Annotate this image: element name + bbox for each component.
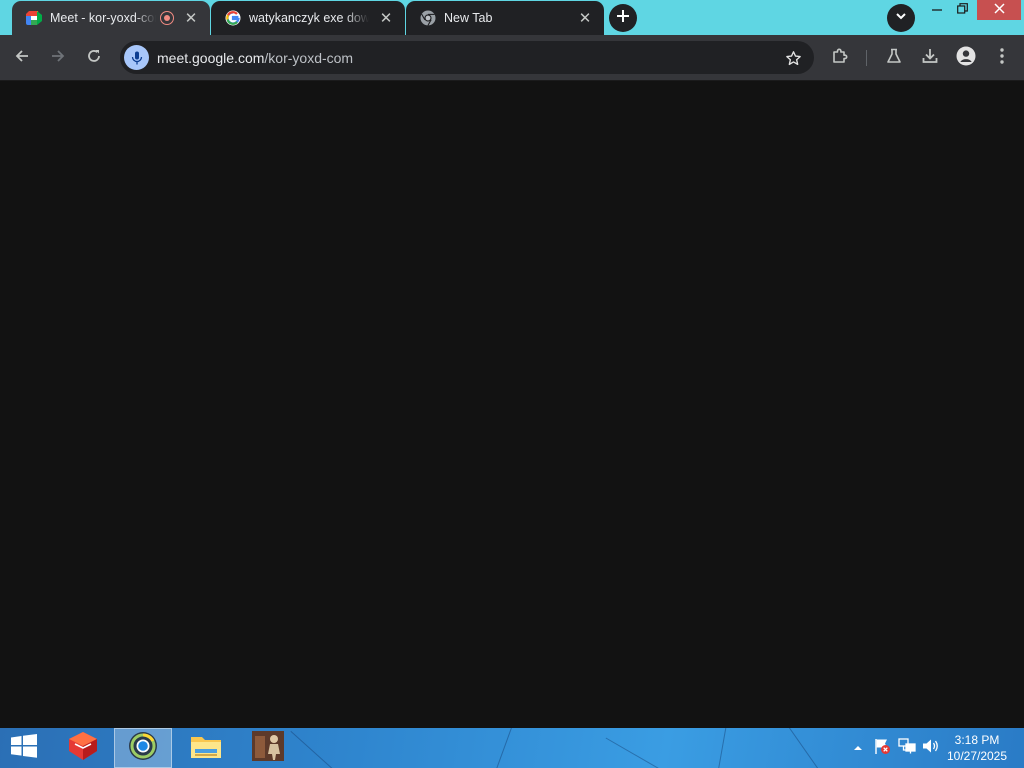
chrome-icon — [420, 10, 436, 26]
taskbar-photo-app[interactable] — [240, 728, 296, 768]
photo-app-icon — [251, 730, 285, 767]
account-icon — [956, 46, 976, 71]
new-tab-button[interactable] — [609, 4, 637, 32]
flag-alert-icon — [873, 737, 891, 760]
arrow-left-icon — [14, 48, 30, 69]
tab-new-tab[interactable]: New Tab ✕ — [406, 1, 604, 35]
start-button[interactable] — [0, 728, 48, 768]
bookmark-star-icon[interactable] — [782, 47, 804, 69]
downloads-button[interactable] — [916, 44, 944, 72]
reload-button[interactable] — [80, 44, 108, 72]
clock-time: 3:18 PM — [954, 733, 1000, 747]
taskbar-chrome-canary[interactable] — [114, 728, 172, 768]
network-icon — [898, 737, 916, 759]
clock-date: 10/27/2025 — [946, 749, 1008, 763]
address-bar[interactable]: meet.google.com/kor-yoxd-com — [120, 41, 814, 74]
url-text: meet.google.com/kor-yoxd-com — [157, 50, 353, 66]
foxit-reader-icon — [66, 731, 100, 766]
plus-icon — [616, 9, 630, 28]
tab-title: New Tab — [444, 11, 493, 25]
reload-icon — [86, 48, 102, 69]
forward-button[interactable] — [44, 44, 72, 72]
download-icon — [921, 47, 939, 70]
profile-button[interactable] — [952, 44, 980, 72]
browser-toolbar: meet.google.com/kor-yoxd-com — [0, 35, 1024, 81]
wallpaper-streak — [605, 737, 676, 768]
labs-button[interactable] — [880, 44, 908, 72]
minimize-button[interactable] — [925, 0, 949, 20]
wallpaper-streak — [290, 730, 351, 768]
recording-indicator-icon — [160, 11, 174, 25]
chevron-up-icon — [853, 739, 863, 757]
taskbar-file-explorer[interactable] — [180, 728, 232, 768]
tab-search-result[interactable]: watykanczyk exe download ✕ — [211, 1, 405, 35]
google-g-icon — [225, 10, 241, 26]
menu-button[interactable] — [988, 44, 1016, 72]
restore-button[interactable] — [950, 0, 974, 20]
toolbar-divider — [866, 50, 867, 66]
back-button[interactable] — [8, 44, 36, 72]
puzzle-piece-icon — [831, 47, 849, 70]
tab-search-button[interactable] — [887, 4, 915, 32]
volume-tray[interactable] — [920, 728, 942, 768]
action-center-tray[interactable] — [871, 728, 893, 768]
windows-taskbar: 3:18 PM 10/27/2025 — [0, 728, 1024, 768]
file-explorer-icon — [189, 731, 223, 766]
wallpaper-streak — [787, 728, 834, 768]
window-close-button[interactable] — [977, 0, 1021, 20]
url-path: /kor-yoxd-com — [264, 50, 354, 66]
url-host: meet.google.com — [157, 50, 265, 66]
more-vertical-icon — [1000, 47, 1004, 69]
flask-icon — [886, 48, 902, 69]
microphone-icon[interactable] — [124, 45, 149, 70]
tab-title: watykanczyk exe download — [249, 11, 369, 25]
chrome-canary-icon — [128, 731, 158, 766]
minimize-icon — [932, 1, 942, 19]
volume-icon — [922, 738, 940, 759]
show-hidden-icons-button[interactable] — [850, 728, 866, 768]
windows-start-icon — [10, 733, 38, 763]
close-icon[interactable]: ✕ — [377, 9, 395, 27]
tab-strip: Meet - kor-yoxd-com ✕ watykanczyk exe do… — [0, 0, 1024, 35]
network-tray[interactable] — [896, 728, 918, 768]
arrow-right-icon — [50, 48, 66, 69]
close-icon — [993, 1, 1005, 19]
extensions-button[interactable] — [826, 44, 854, 72]
system-clock[interactable]: 3:18 PM 10/27/2025 — [942, 732, 1012, 764]
google-meet-icon — [26, 10, 42, 26]
wallpaper-streak — [713, 728, 728, 768]
page-content — [0, 82, 1024, 728]
close-icon[interactable]: ✕ — [576, 9, 594, 27]
restore-icon — [956, 1, 968, 19]
close-icon[interactable]: ✕ — [182, 9, 200, 27]
tab-meet[interactable]: Meet - kor-yoxd-com ✕ — [12, 1, 210, 35]
chevron-down-icon — [895, 9, 907, 27]
taskbar-foxit-reader[interactable] — [57, 728, 109, 768]
tab-title: Meet - kor-yoxd-com — [50, 11, 156, 25]
wallpaper-streak — [486, 728, 515, 768]
